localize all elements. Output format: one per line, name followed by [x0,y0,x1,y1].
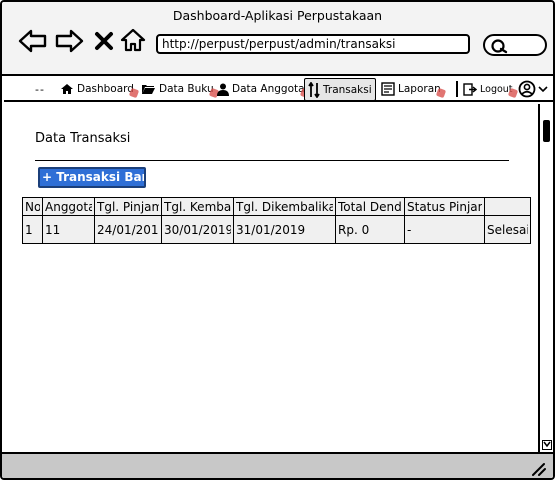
chevron-down-icon [543,441,551,448]
cell-tgl-pinjam: 24/01/2019 [97,222,159,237]
vertical-scrollbar[interactable] [538,104,553,452]
close-icon[interactable] [94,31,114,51]
account-menu[interactable] [518,78,550,100]
search-icon [491,39,508,54]
column-header[interactable]: Total Denda [338,200,402,214]
nav-divider [456,81,458,97]
user-icon [217,83,229,96]
status-bar [2,452,553,478]
transactions-table: No Anggota Tgl. Pinjam Tgl. Kembali Tgl.… [22,197,531,244]
nav-dashboard[interactable]: Dashboard [60,78,140,100]
badge-marker [507,87,518,99]
swap-icon [308,81,320,98]
browser-window: Dashboard-Aplikasi Perpustakaan http://p… [0,0,555,480]
table-header-row: No Anggota Tgl. Pinjam Tgl. Kembali Tgl.… [22,197,531,216]
cell-action[interactable]: Selesai [487,223,528,237]
column-header[interactable]: Anggota [45,200,92,214]
folder-icon [141,83,156,95]
account-icon [518,80,548,98]
home-icon[interactable] [120,27,146,53]
nav-laporan[interactable]: Laporan [381,78,446,100]
badge-marker [128,87,140,99]
app-navbar: -- Dashboard Data Buku Data Anggota Tran… [4,78,553,102]
browser-toolbar: Dashboard-Aplikasi Perpustakaan http://p… [2,2,553,76]
column-header[interactable]: Tgl. Kembali [164,200,231,214]
column-header[interactable]: No [25,200,40,214]
report-icon [381,82,395,96]
scroll-down-button[interactable] [542,440,552,450]
cell-no: 1 [25,222,33,237]
page-title: Data Transaksi [35,131,131,146]
table-row[interactable]: 1 11 24/01/2019 30/01/2019 31/01/2019 Rp… [22,215,531,244]
new-transaction-button[interactable]: + Transaksi Baru [38,167,146,188]
nav-data-anggota-label: Data Anggota [232,83,305,95]
scrollbar-thumb[interactable] [543,120,550,142]
nav-transaksi-label: Transaksi [323,83,372,96]
search-box[interactable] [483,34,547,56]
nav-data-anggota[interactable]: Data Anggota [217,78,310,100]
cell-total-denda: Rp. 0 [338,222,370,237]
cell-status: - [407,222,412,237]
cell-tgl-kembali: 30/01/2019 [164,222,231,237]
cell-tgl-dikembalikan: 31/01/2019 [236,222,306,237]
column-header[interactable]: Tgl. Pinjam [97,200,159,214]
badge-marker [435,87,446,99]
nav-data-buku-label: Data Buku [159,83,214,95]
resize-grip-icon[interactable] [531,462,547,476]
window-title: Dashboard-Aplikasi Perpustakaan [172,8,383,23]
nav-data-buku[interactable]: Data Buku [141,78,219,100]
title-divider [35,160,509,161]
column-header[interactable]: Status Pinjam [407,200,482,214]
address-bar[interactable]: http://perpust/perpust/admin/transaksi [156,34,470,54]
home-icon [60,83,74,95]
logout-icon [463,82,477,96]
nav-dashboard-label: Dashboard [77,83,134,95]
cell-anggota: 11 [45,222,61,237]
column-header[interactable]: Tgl. Dikembalikan [236,200,333,214]
chevron-down-icon [538,86,548,93]
nav-laporan-label: Laporan [398,83,441,95]
nav-logout[interactable]: Logout [463,78,518,100]
main-content: Data Transaksi + Transaksi Baru No Anggo… [4,104,538,450]
forward-arrow-icon[interactable] [54,28,84,54]
back-arrow-icon[interactable] [18,28,48,54]
nav-transaksi[interactable]: Transaksi [304,78,376,101]
navbar-brand[interactable]: -- [35,83,45,96]
